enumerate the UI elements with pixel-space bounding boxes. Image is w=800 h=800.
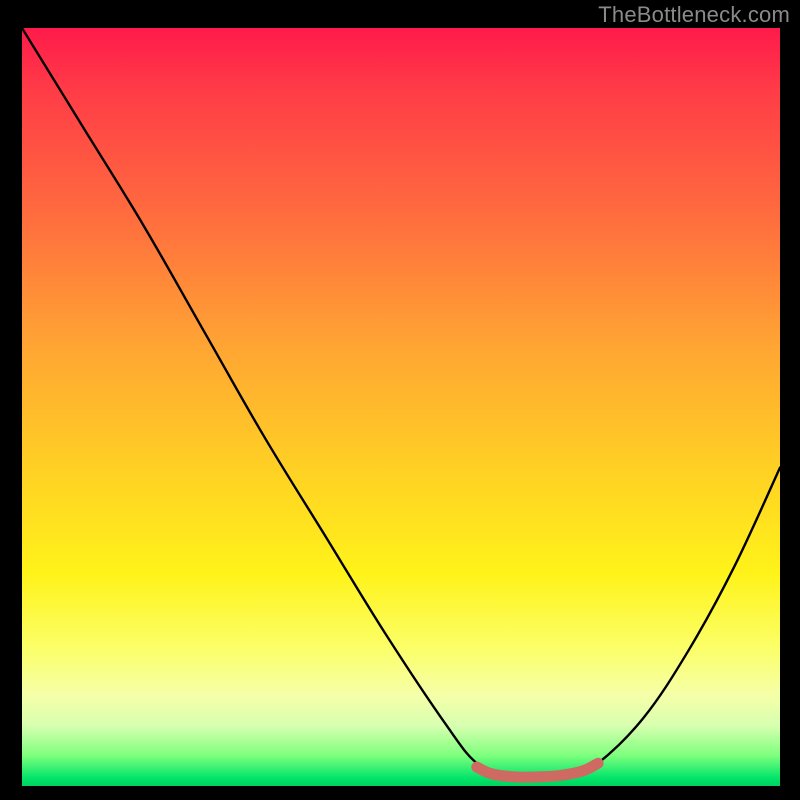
watermark-text: TheBottleneck.com: [598, 2, 790, 28]
optimal-range-path: [477, 763, 598, 777]
bottleneck-curve-path: [22, 28, 780, 780]
bottleneck-chart-svg: [22, 28, 780, 786]
chart-frame: TheBottleneck.com: [0, 0, 800, 800]
plot-area: [22, 28, 780, 786]
